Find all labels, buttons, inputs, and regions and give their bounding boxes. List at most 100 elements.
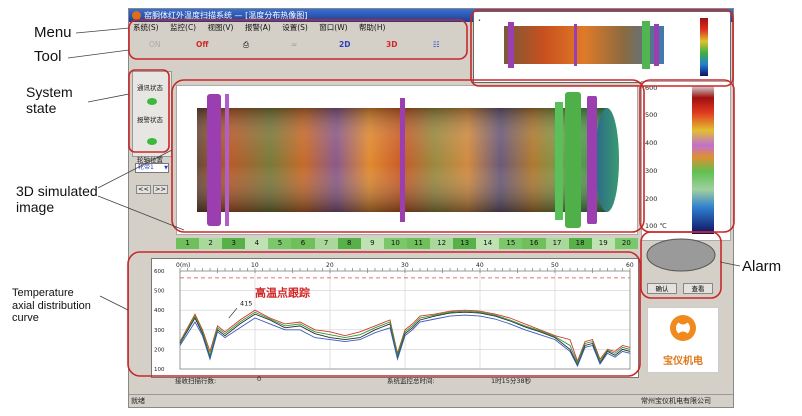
gear-ring xyxy=(565,92,581,228)
runtime-label: 系统监控总时间: xyxy=(387,377,435,385)
alarm-status-label: 报警状态 xyxy=(137,116,163,124)
wheel-position-select[interactable]: 轮带1 ▼ xyxy=(135,163,169,173)
scan-count-label: 接收扫描行数: xyxy=(175,377,217,385)
next-wheel-button[interactable]: >> xyxy=(153,185,168,194)
thumbnail-svg: • xyxy=(474,12,730,82)
x-tick-label: 50 xyxy=(551,262,559,269)
alarm-panel: 确认 查看 xyxy=(643,235,721,295)
logo-mark xyxy=(670,315,696,341)
app-icon xyxy=(132,11,141,20)
segment-8[interactable]: 8 xyxy=(337,238,361,249)
menu-view[interactable]: 视图(V) xyxy=(208,23,234,32)
ruler-icon[interactable]: ☷ xyxy=(433,36,440,54)
scale-tick-200: 200 xyxy=(645,195,658,203)
scale-tick-600: 600 xyxy=(645,84,658,92)
3d-button[interactable]: 3D xyxy=(386,36,397,54)
segment-6[interactable]: 6 xyxy=(291,238,315,249)
menu-alarm[interactable]: 报警(A) xyxy=(245,23,271,32)
status-bar: 就绪 常州宝仪机电有限公司 xyxy=(129,394,733,408)
annotation-menu: Menu xyxy=(34,24,72,41)
temperature-chart-svg: 0(m) 10 20 30 40 50 60 600 500 400 300 200 100 高温点跟踪4… xyxy=(154,262,634,373)
color-scale-svg xyxy=(692,86,714,234)
y-tick-label: 500 xyxy=(154,289,165,295)
x-tick-label: 20 xyxy=(326,262,334,269)
segment-20[interactable]: 20 xyxy=(614,238,638,249)
menu-bar: 系统(S) 监控(C) 视图(V) 报警(A) 设置(S) 窗口(W) 帮助(H… xyxy=(133,22,473,34)
segment-15[interactable]: 15 xyxy=(499,238,523,249)
alarm-status-led xyxy=(147,138,157,145)
alarm-indicator xyxy=(646,238,716,272)
off-button[interactable]: Off xyxy=(196,36,208,54)
toolbar: ON Off ⎙ ≈ 2D 3D ☷ xyxy=(129,36,469,54)
segment-10[interactable]: 10 xyxy=(383,238,407,249)
comm-status-label: 通讯状态 xyxy=(137,84,163,92)
2d-button[interactable]: 2D xyxy=(339,36,350,54)
runtime-value: 1时15分38秒 xyxy=(491,377,532,385)
annotation-alarm: Alarm xyxy=(742,258,782,275)
segment-1[interactable]: 1 xyxy=(176,238,200,249)
scan-count-value: 0 xyxy=(257,375,262,383)
y-tick-label: 300 xyxy=(154,328,165,334)
company-logo: 宝仪机电 xyxy=(647,307,719,373)
tire-ring-2 xyxy=(400,98,405,222)
printer-icon[interactable]: ⎙ xyxy=(243,36,249,54)
annotation-temp-curve: Temperature axial distribution curve xyxy=(12,287,91,325)
y-tick-label: 600 xyxy=(154,269,165,275)
x-tick-label: 30 xyxy=(401,262,409,269)
menu-help[interactable]: 帮助(H) xyxy=(359,23,386,32)
scale-tick-100: 100 ℃ xyxy=(645,222,667,230)
menu-settings[interactable]: 设置(S) xyxy=(282,23,308,32)
temperature-chart: 0(m) 10 20 30 40 50 60 600 500 400 300 200 100 高温点跟踪 4… xyxy=(151,258,639,378)
logo-text: 宝仪机电 xyxy=(663,356,703,367)
y-tick-label: 200 xyxy=(154,347,165,353)
kiln-3d-svg xyxy=(197,92,619,228)
x-tick-label: 0(m) xyxy=(176,262,190,269)
segment-7[interactable]: 7 xyxy=(314,238,338,249)
signal-icon[interactable]: ≈ xyxy=(291,36,297,54)
alarm-confirm-button[interactable]: 确认 xyxy=(647,283,677,294)
scale-tick-300: 300 xyxy=(645,167,658,175)
alarm-view-button[interactable]: 查看 xyxy=(683,283,713,294)
scale-tick-500: 500 xyxy=(645,111,658,119)
wheel-select-value: 轮带1 xyxy=(138,164,154,171)
peak-annotation-line xyxy=(228,308,238,319)
menu-system[interactable]: 系统(S) xyxy=(133,23,159,32)
segment-4[interactable]: 4 xyxy=(245,238,269,249)
tire-ring-1 xyxy=(207,94,221,226)
chevron-down-icon: ▼ xyxy=(164,165,168,171)
segment-3[interactable]: 3 xyxy=(222,238,246,249)
segment-16[interactable]: 16 xyxy=(522,238,546,249)
segment-12[interactable]: 12 xyxy=(430,238,454,249)
segment-2[interactable]: 2 xyxy=(199,238,223,249)
segment-bar: 1 2 3 4 5 6 7 8 9 10 11 12 13 14 15 16 17 18 19 20 xyxy=(176,238,638,249)
annotation-tool: Tool xyxy=(34,48,62,65)
menu-monitor[interactable]: 监控(C) xyxy=(170,23,196,32)
segment-13[interactable]: 13 xyxy=(453,238,477,249)
segment-5[interactable]: 5 xyxy=(268,238,292,249)
3d-kiln-view xyxy=(176,85,638,235)
svg-text:•: • xyxy=(478,18,481,24)
segment-19[interactable]: 19 xyxy=(591,238,615,249)
alarm-indicator-svg xyxy=(646,238,716,272)
menu-window[interactable]: 窗口(W) xyxy=(319,23,347,32)
segment-17[interactable]: 17 xyxy=(545,238,569,249)
thumbnail-preview: • xyxy=(473,11,731,83)
segment-11[interactable]: 11 xyxy=(406,238,431,249)
annotation-3d-image: 3D simulated image xyxy=(16,183,98,216)
peak-annotation: 415 xyxy=(240,299,252,307)
prev-wheel-button[interactable]: << xyxy=(136,185,151,194)
x-tick-label: 10 xyxy=(251,262,259,269)
tire-ring-3 xyxy=(587,96,597,224)
app-window: 窑胴体红外温度扫描系统 — [温度分布热像图] 系统(S) 监控(C) 视图(V… xyxy=(128,8,734,408)
system-state-panel: 通讯状态 报警状态 xyxy=(132,71,172,157)
chart-title: 高温点跟踪 xyxy=(255,285,310,299)
y-tick-label: 400 xyxy=(154,308,165,314)
color-scale: 600 500 400 300 200 100 ℃ xyxy=(641,81,731,241)
scale-tick-400: 400 xyxy=(645,139,658,147)
on-button[interactable]: ON xyxy=(149,36,161,54)
x-tick-label: 40 xyxy=(476,262,484,269)
segment-18[interactable]: 18 xyxy=(568,238,592,249)
segment-14[interactable]: 14 xyxy=(476,238,500,249)
status-company: 常州宝仪机电有限公司 xyxy=(641,397,711,405)
segment-9[interactable]: 9 xyxy=(360,238,384,249)
